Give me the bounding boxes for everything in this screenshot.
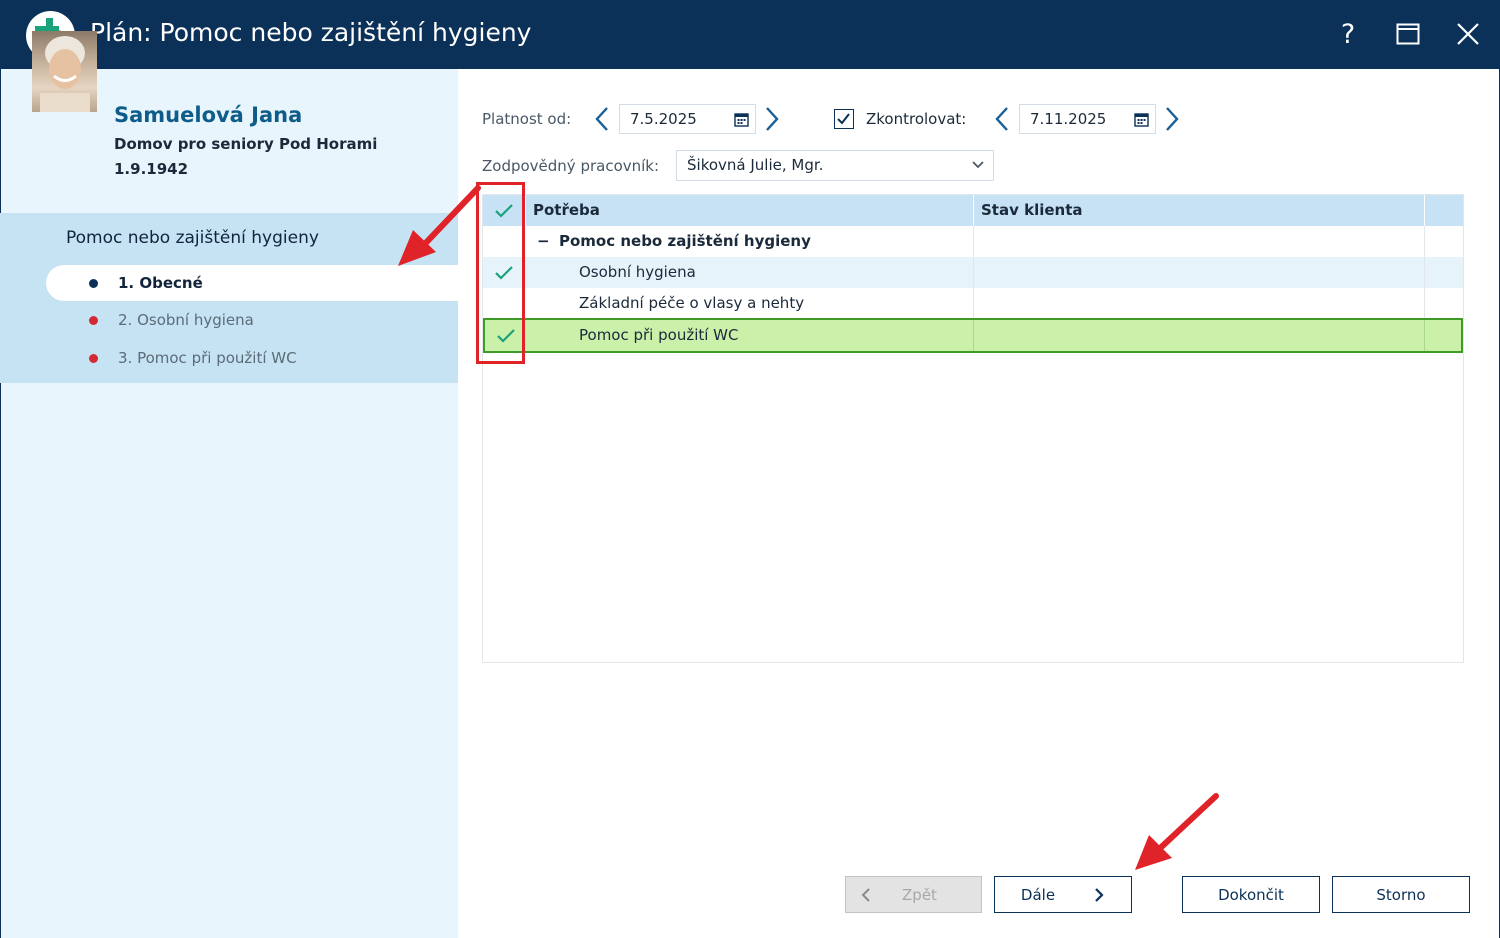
worker-select[interactable]: Šikovná Julie, Mgr. (676, 150, 994, 181)
grid-row-selected[interactable]: Pomoc při použití WC (483, 318, 1463, 353)
step-label: 2. Osobní hygiena (118, 311, 254, 329)
chevron-right-icon (1166, 107, 1179, 131)
collapse-icon[interactable]: − (537, 226, 550, 257)
column-separator (1424, 195, 1425, 226)
cell-separator (973, 257, 974, 288)
cell-separator (1424, 257, 1425, 288)
valid-from-prev-button[interactable] (592, 104, 612, 134)
check-date-checkbox[interactable] (834, 109, 854, 129)
chevron-left-icon (995, 107, 1008, 131)
check-date-value: 7.11.2025 (1030, 110, 1107, 128)
annotation-highlight-box (476, 182, 525, 364)
needs-grid: Potřeba Stav klienta − Pomoc nebo zajišt… (482, 194, 1464, 663)
valid-from-next-button[interactable] (762, 104, 782, 134)
calendar-icon (1134, 113, 1149, 127)
close-icon (1457, 23, 1479, 45)
chevron-down-icon (972, 161, 984, 169)
row-label: Osobní hygiena (579, 263, 696, 281)
cell-separator (973, 226, 974, 257)
checkmark-icon (837, 113, 850, 125)
row-label: Pomoc nebo zajištění hygieny (559, 232, 811, 250)
chevron-right-icon (766, 107, 779, 131)
maximize-icon (1396, 23, 1420, 45)
grid-row-group[interactable]: − Pomoc nebo zajištění hygieny (483, 226, 1463, 257)
client-organization: Domov pro seniory Pod Horami (114, 135, 378, 153)
chevron-right-icon (1095, 887, 1104, 902)
grid-row[interactable]: Základní péče o vlasy a nehty (483, 288, 1463, 319)
client-birth-date: 1.9.1942 (114, 160, 189, 178)
sidebar (0, 69, 458, 938)
help-icon: ? (1340, 18, 1356, 50)
column-header-client-status[interactable]: Stav klienta (974, 195, 1083, 226)
back-label: Zpět (902, 885, 937, 904)
next-button[interactable]: Dále (994, 876, 1132, 913)
valid-from-value: 7.5.2025 (630, 110, 697, 128)
back-button[interactable]: Zpět (845, 876, 982, 913)
column-header-need[interactable]: Potřeba (526, 195, 600, 226)
title-bar: Plán: Pomoc nebo zajištění hygieny ? (0, 0, 1500, 69)
cell-separator (1424, 226, 1425, 257)
maximize-button[interactable] (1386, 12, 1430, 56)
cancel-button[interactable]: Storno (1332, 876, 1470, 913)
worker-label: Zodpovědný pracovník: (482, 157, 660, 175)
window-title: Plán: Pomoc nebo zajištění hygieny (90, 18, 532, 47)
step-dot-icon (89, 278, 98, 288)
finish-button[interactable]: Dokončit (1182, 876, 1320, 913)
step-item-general[interactable]: 1. Obecné (46, 265, 458, 301)
client-photo (32, 31, 97, 112)
steps-title: Pomoc nebo zajištění hygieny (66, 228, 319, 248)
row-label: Pomoc při použití WC (579, 326, 739, 344)
row-label: Základní péče o vlasy a nehty (579, 294, 805, 312)
valid-from-label: Platnost od: (482, 110, 572, 128)
check-date-label: Zkontrolovat: (866, 110, 967, 128)
close-button[interactable] (1446, 12, 1490, 56)
help-button[interactable]: ? (1326, 12, 1370, 56)
check-date-prev-button[interactable] (992, 104, 1012, 134)
chevron-left-icon (861, 887, 870, 902)
step-label: 1. Obecné (118, 274, 203, 292)
client-name: Samuelová Jana (114, 103, 303, 127)
step-dot-icon (89, 353, 98, 363)
cell-separator (1424, 320, 1425, 351)
valid-from-date-field[interactable]: 7.5.2025 (619, 104, 756, 134)
step-dot-icon (89, 315, 98, 325)
step-item-wc-help[interactable]: 3. Pomoc při použití WC (46, 340, 297, 376)
cell-separator (973, 288, 974, 319)
grid-header: Potřeba Stav klienta (483, 195, 1463, 226)
check-date-next-button[interactable] (1162, 104, 1182, 134)
worker-value: Šikovná Julie, Mgr. (687, 156, 824, 174)
cell-separator (973, 320, 974, 351)
cell-separator (1424, 288, 1425, 319)
step-item-personal-hygiene[interactable]: 2. Osobní hygiena (46, 302, 254, 338)
next-label: Dále (1020, 885, 1056, 904)
step-label: 3. Pomoc při použití WC (118, 349, 297, 367)
chevron-left-icon (595, 107, 608, 131)
check-date-field[interactable]: 7.11.2025 (1019, 104, 1156, 134)
calendar-icon (734, 113, 749, 127)
grid-row[interactable]: Osobní hygiena (483, 257, 1463, 288)
